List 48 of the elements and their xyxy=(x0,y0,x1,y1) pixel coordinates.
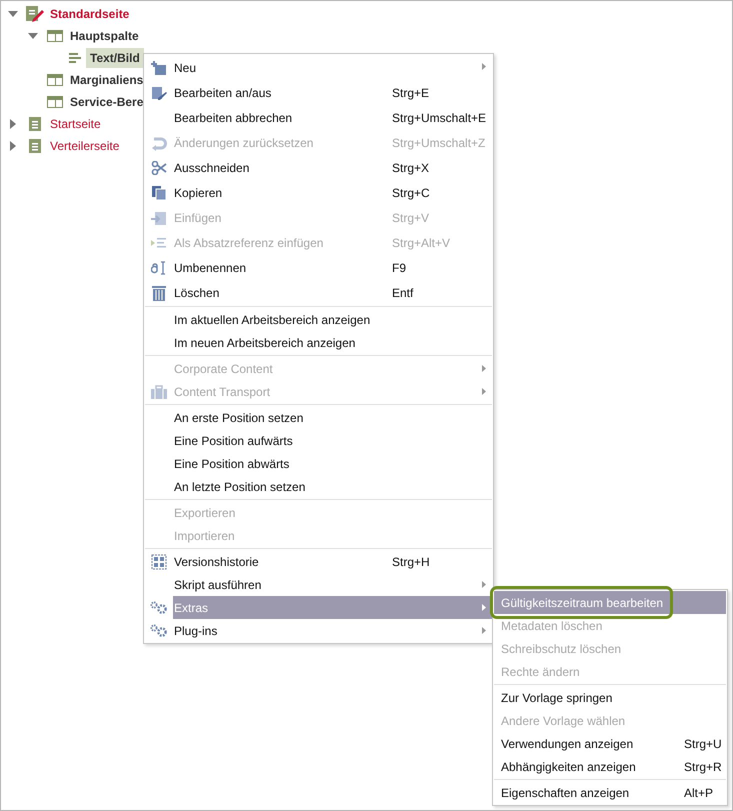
menu-item[interactable]: Versionshistorie Strg+H xyxy=(145,550,492,573)
menu-item[interactable]: Zur Vorlage springen xyxy=(494,686,726,709)
tree-item[interactable]: Hauptspalte xyxy=(66,26,143,46)
trash-icon xyxy=(152,284,166,300)
briefcase-icon xyxy=(151,384,167,398)
expanded-arrow-icon[interactable] xyxy=(8,11,18,17)
collapsed-arrow-icon[interactable] xyxy=(10,141,16,151)
tree-item[interactable]: Startseite xyxy=(46,114,105,134)
menu-item[interactable]: Kopieren Strg+C xyxy=(145,180,492,205)
menu-item[interactable]: Skript ausführen xyxy=(145,573,492,596)
tree-item[interactable]: Marginaliens xyxy=(66,70,148,90)
menu-item[interactable]: Eigenschaften anzeigen Alt+P xyxy=(494,781,726,804)
indent-list-icon xyxy=(151,236,167,248)
menu-item[interactable]: Eine Position aufwärts xyxy=(145,429,492,452)
gears-icon xyxy=(150,600,168,614)
tree-item[interactable]: Standardseite xyxy=(46,4,134,24)
menu-item[interactable]: Bearbeiten abbrechen Strg+Umschalt+E xyxy=(145,105,492,130)
menu-item[interactable]: Eine Position abwärts xyxy=(145,452,492,475)
columns-icon xyxy=(45,73,65,87)
tree-item[interactable]: Service-Bere xyxy=(66,92,148,112)
expanded-arrow-icon[interactable] xyxy=(28,33,38,39)
grid-icon xyxy=(151,554,167,570)
paste-icon xyxy=(151,210,167,226)
menu-item[interactable]: Ausschneiden Strg+X xyxy=(145,155,492,180)
gears-icon xyxy=(150,624,168,638)
menu-item[interactable]: Neu xyxy=(145,55,492,80)
text-cursor-icon xyxy=(151,260,167,274)
scissors-icon xyxy=(151,160,167,174)
menu-item[interactable]: Plug-ins xyxy=(145,619,492,642)
tree-item[interactable]: Text/Bild xyxy=(86,48,144,68)
menu-item[interactable]: Umbenennen F9 xyxy=(145,255,492,280)
page-pencil-icon xyxy=(151,84,167,100)
menu-item[interactable]: Im neuen Arbeitsbereich anzeigen xyxy=(145,331,492,354)
copy-icon xyxy=(151,184,167,200)
tree-item[interactable]: Verteilerseite xyxy=(46,136,124,156)
menu-item[interactable]: Verwendungen anzeigen Strg+U xyxy=(494,732,726,755)
columns-icon xyxy=(45,29,65,43)
menu-item[interactable]: An erste Position setzen xyxy=(145,406,492,429)
curved-arrow-icon xyxy=(151,134,167,150)
menu-item[interactable]: An letzte Position setzen xyxy=(145,475,492,498)
menu-item[interactable]: Bearbeiten an/aus Strg+E xyxy=(145,80,492,105)
collapsed-arrow-icon[interactable] xyxy=(10,119,16,129)
menu-item[interactable]: Im aktuellen Arbeitsbereich anzeigen xyxy=(145,308,492,331)
plus-page-icon xyxy=(151,60,167,76)
page-pencil-icon xyxy=(25,5,45,23)
columns-icon xyxy=(45,95,65,109)
menu-item[interactable]: Löschen Entf xyxy=(145,280,492,305)
menu-item[interactable]: Abhängigkeiten anzeigen Strg+R xyxy=(494,755,726,778)
